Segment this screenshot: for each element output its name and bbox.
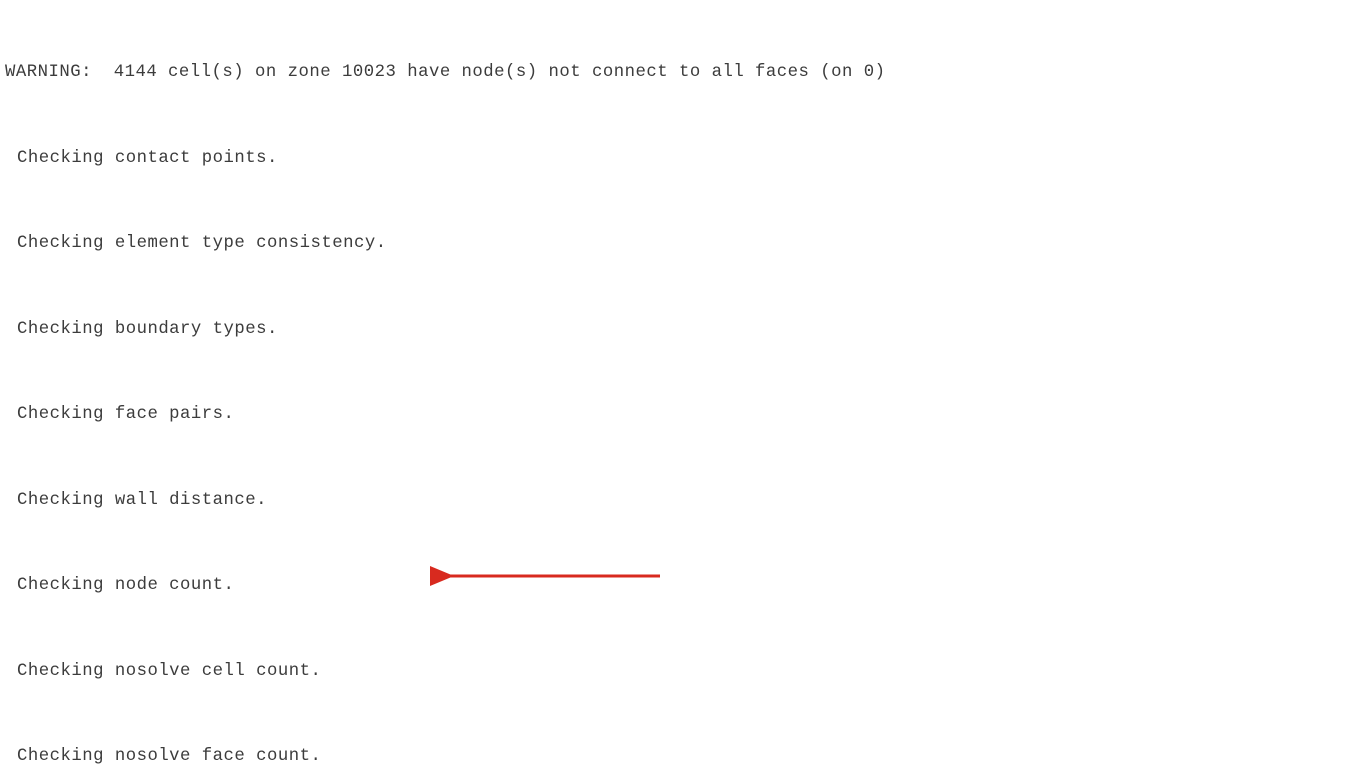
check-line: Checking face pairs. xyxy=(5,401,1364,430)
check-line: Checking element type consistency. xyxy=(5,230,1364,259)
warning-line-cells: WARNING: 4144 cell(s) on zone 10023 have… xyxy=(5,59,1364,88)
check-line: Checking node count. xyxy=(5,572,1364,601)
check-line: Checking boundary types. xyxy=(5,316,1364,345)
check-line: Checking nosolve face count. xyxy=(5,743,1364,764)
check-line: Checking contact points. xyxy=(5,145,1364,174)
check-line: Checking nosolve cell count. xyxy=(5,658,1364,687)
console-output[interactable]: WARNING: 4144 cell(s) on zone 10023 have… xyxy=(0,0,1364,764)
check-line: Checking wall distance. xyxy=(5,487,1364,516)
